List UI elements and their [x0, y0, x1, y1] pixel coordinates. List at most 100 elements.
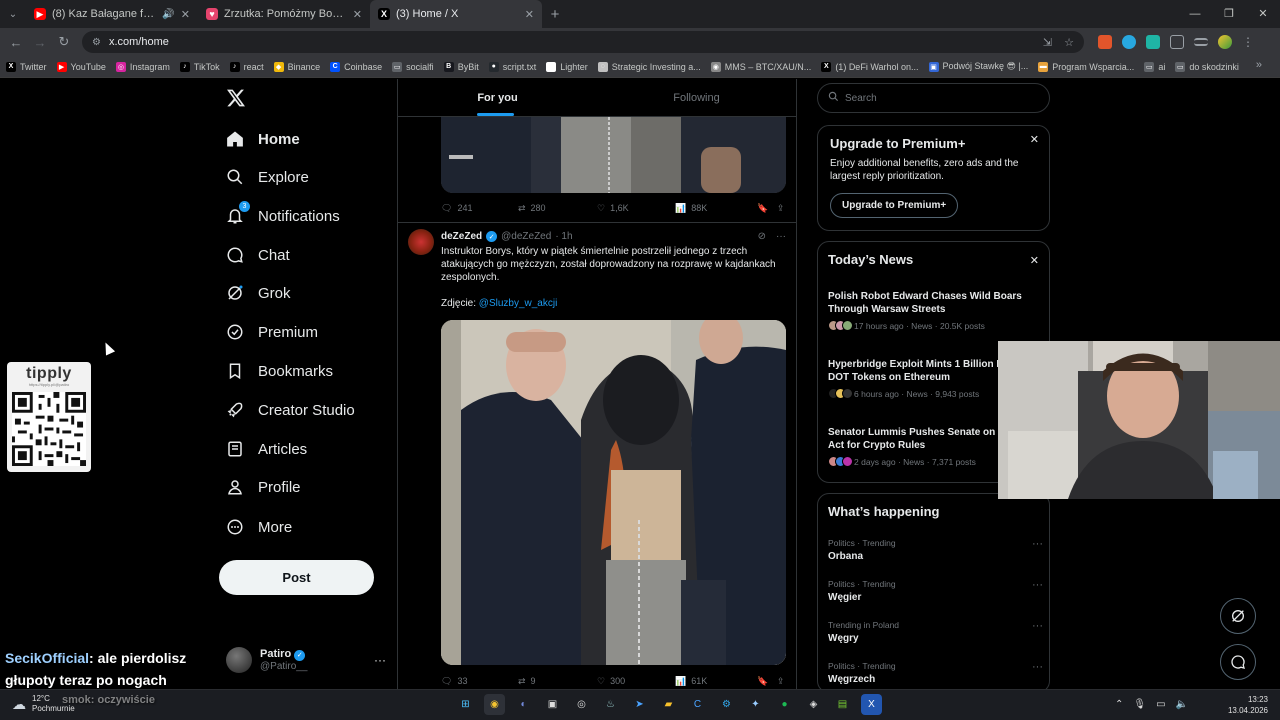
trend-item[interactable]: Politics · Trending Orbana ···: [828, 538, 1043, 562]
like-button[interactable]: ♡ 300: [597, 676, 675, 687]
tab-for-you[interactable]: For you: [398, 79, 597, 116]
clock[interactable]: 13:23 13.04.2026: [1228, 694, 1268, 716]
obs-icon[interactable]: ◎: [571, 694, 592, 715]
reply-button[interactable]: 🗨 33: [441, 676, 518, 687]
bookmark-item[interactable]: ▶ YouTube: [56, 61, 106, 72]
bookmark-item[interactable]: X (1) DeFi Warhol on...: [821, 61, 919, 72]
reply-button[interactable]: 🗨 241: [441, 203, 518, 214]
nav-item-chat[interactable]: Chat: [226, 240, 290, 270]
more-horizontal-icon[interactable]: ···: [1032, 538, 1043, 550]
minimize-icon[interactable]: —: [1178, 0, 1212, 28]
url-bar[interactable]: ⚙ x.com/home ⇲ ☆: [82, 31, 1084, 53]
bookmark-item[interactable]: ▭ ai: [1144, 61, 1165, 72]
nav-item-home[interactable]: Home: [226, 124, 300, 154]
news-item[interactable]: Polish Robot Edward Chases Wild Boars Th…: [828, 290, 1043, 331]
nav-item-more[interactable]: More: [226, 512, 292, 542]
extension-icon[interactable]: [1146, 35, 1160, 49]
more-horizontal-icon[interactable]: ···: [776, 231, 786, 242]
reload-icon[interactable]: ↻: [52, 34, 76, 50]
nav-item-explore[interactable]: Explore: [226, 162, 309, 192]
avatar[interactable]: [408, 229, 434, 255]
app-icon[interactable]: ▤: [832, 694, 853, 715]
bookmark-item[interactable]: L Lighter: [546, 61, 588, 72]
nav-item-profile[interactable]: Profile: [226, 472, 301, 502]
discord-icon[interactable]: ◐: [513, 694, 534, 715]
trend-item[interactable]: Politics · Trending Węgier ···: [828, 579, 1043, 603]
nav-item-notifications[interactable]: 3 Notifications: [226, 201, 340, 231]
more-horizontal-icon[interactable]: ···: [1032, 620, 1043, 632]
close-tab-icon[interactable]: ✕: [525, 8, 534, 21]
bookmark-star-icon[interactable]: ☆: [1064, 36, 1074, 49]
network-icon[interactable]: ▭: [1156, 699, 1165, 710]
repost-button[interactable]: ⇄ 9: [518, 676, 597, 687]
maximize-icon[interactable]: ❐: [1212, 0, 1246, 28]
folder-icon[interactable]: ▰: [658, 694, 679, 715]
bookmark-item[interactable]: C Coinbase: [330, 61, 382, 72]
app-icon[interactable]: ✦: [745, 694, 766, 715]
forward-icon[interactable]: →: [28, 35, 52, 50]
bookmark-item[interactable]: ▣ Podwój Stawkę 😎 |...: [928, 61, 1028, 72]
bookmark-item[interactable]: ◌ Strategic Investing a...: [597, 61, 701, 72]
repost-button[interactable]: ⇄ 280: [518, 203, 597, 214]
close-window-icon[interactable]: ✕: [1246, 0, 1280, 28]
nav-item-bookmarks[interactable]: Bookmarks: [226, 356, 333, 386]
nav-item-grok[interactable]: Grok: [226, 278, 291, 308]
upgrade-premium-button[interactable]: Upgrade to Premium+: [830, 193, 959, 218]
site-info-icon[interactable]: ⚙: [92, 37, 101, 48]
bookmark-item[interactable]: ♪ react: [229, 61, 264, 72]
install-app-icon[interactable]: ⇲: [1043, 36, 1052, 49]
bookmark-button[interactable]: 🔖: [757, 203, 777, 214]
close-tab-icon[interactable]: ✕: [353, 8, 362, 21]
nav-item-creator-studio[interactable]: Creator Studio: [226, 395, 355, 425]
steam-icon[interactable]: ♨: [600, 694, 621, 715]
tab-following[interactable]: Following: [597, 79, 796, 116]
telegram-icon[interactable]: ➤: [629, 694, 650, 715]
messages-fab-button[interactable]: [1220, 644, 1256, 680]
back-icon[interactable]: ←: [4, 35, 28, 50]
mention-link[interactable]: @Sluzby_w_akcji: [479, 298, 558, 309]
extension-icon[interactable]: [1098, 35, 1112, 49]
microphone-icon[interactable]: 🎙: [1133, 699, 1146, 710]
more-horizontal-icon[interactable]: ···: [1032, 661, 1043, 673]
x-app-icon[interactable]: X: [861, 694, 882, 715]
extensions-puzzle-icon[interactable]: [1170, 35, 1184, 49]
like-button[interactable]: ♡ 1,6K: [597, 203, 675, 214]
close-icon[interactable]: ✕: [1030, 254, 1039, 267]
views-button[interactable]: 📊 61K: [675, 676, 757, 687]
trend-item[interactable]: Trending in Poland Węgry ···: [828, 620, 1043, 644]
bookmark-button[interactable]: 🔖: [757, 676, 777, 687]
app-icon[interactable]: C: [687, 694, 708, 715]
volume-icon[interactable]: 🔈: [1176, 699, 1188, 710]
search-input[interactable]: Search: [817, 83, 1050, 113]
x-logo-icon[interactable]: [226, 88, 246, 108]
bookmarks-overflow-icon[interactable]: »: [1256, 59, 1262, 71]
browser-menu-icon[interactable]: ⋮: [1242, 35, 1254, 49]
bookmark-item[interactable]: ◎ Instagram: [115, 61, 170, 72]
extension-icon[interactable]: [1122, 35, 1136, 49]
browser-tab-active[interactable]: X (3) Home / X ✕: [370, 0, 542, 28]
new-tab-button[interactable]: +: [542, 6, 568, 23]
bookmark-item[interactable]: ▭ do skodzinki: [1175, 61, 1239, 72]
share-button[interactable]: ⇪: [777, 676, 785, 687]
nav-item-premium[interactable]: Premium: [226, 317, 318, 347]
avatar[interactable]: [1218, 35, 1232, 49]
browser-tab[interactable]: ♥ Zrzutka: Pomóżmy Borysowi - w ✕: [198, 0, 370, 28]
trend-item[interactable]: Politics · Trending Węgrzech ···: [828, 661, 1043, 685]
close-icon[interactable]: ✕: [1030, 133, 1039, 146]
more-horizontal-icon[interactable]: ···: [1032, 579, 1043, 591]
app-icon[interactable]: ⚙: [716, 694, 737, 715]
bookmark-item[interactable]: ◆ Binance: [273, 61, 320, 72]
app-icon[interactable]: ◈: [803, 694, 824, 715]
account-switcher[interactable]: Patiro ✓ @Patiro__ ···: [226, 645, 386, 675]
tweet-author-handle[interactable]: @deZeZed: [501, 231, 551, 242]
post-button[interactable]: Post: [219, 560, 374, 595]
tweet-time[interactable]: · 1h: [555, 231, 572, 242]
bookmark-item[interactable]: X Twitter: [6, 61, 47, 72]
more-horizontal-icon[interactable]: ···: [374, 653, 386, 667]
bookmark-item[interactable]: B ByBit: [443, 61, 479, 72]
chrome-icon[interactable]: ◉: [484, 694, 505, 715]
app-icon[interactable]: ▣: [542, 694, 563, 715]
bookmark-item[interactable]: ● script.txt: [488, 61, 536, 72]
nav-item-articles[interactable]: Articles: [226, 434, 307, 464]
tab-search-button[interactable]: ⌄: [0, 0, 26, 28]
